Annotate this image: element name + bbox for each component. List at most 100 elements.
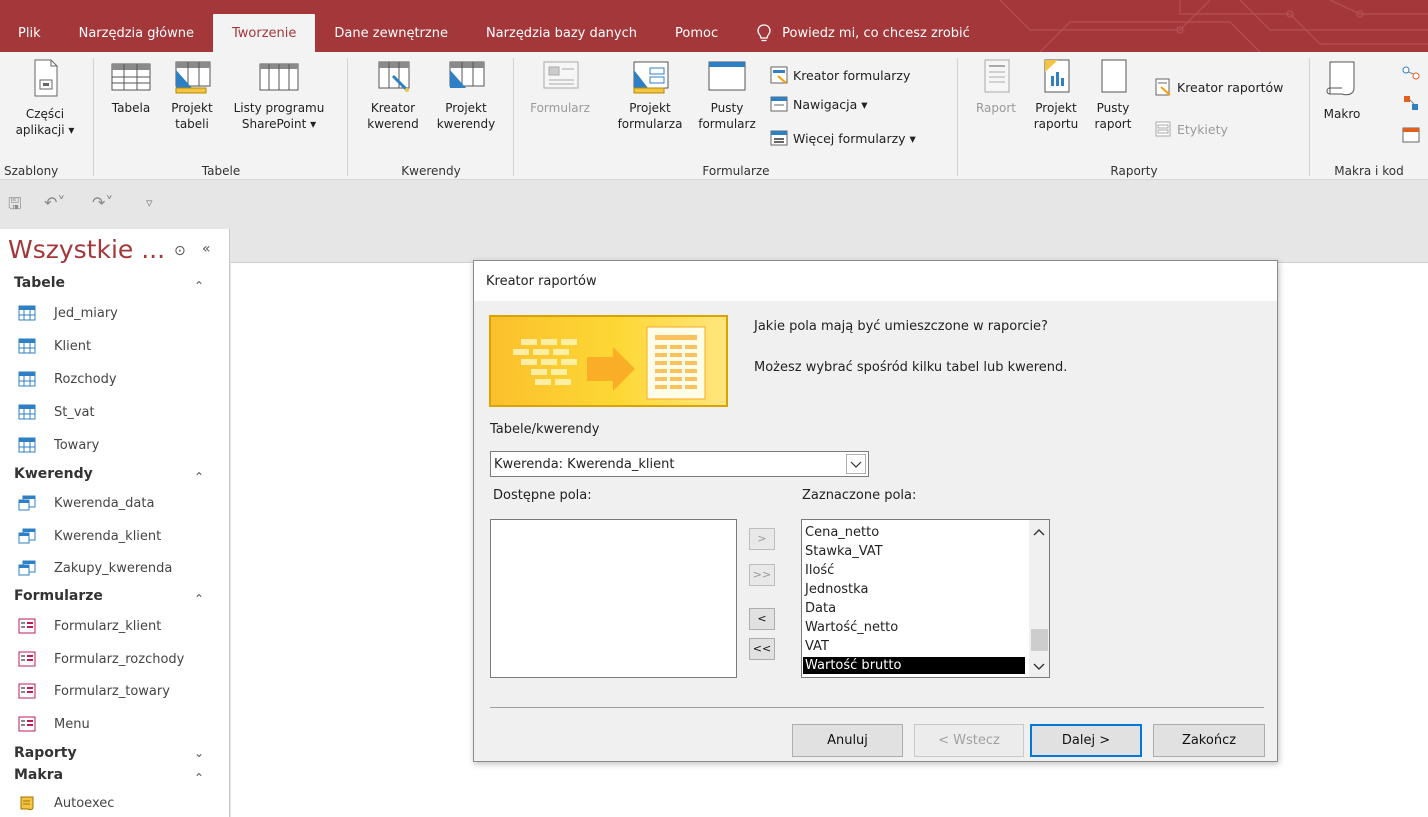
- quick-access-toolbar: 🖫 ↶˅ ↷˅ ▿: [0, 181, 1428, 229]
- selected-list-scrollbar[interactable]: [1029, 520, 1049, 677]
- nav-group-macros[interactable]: Makra: [14, 767, 63, 783]
- selected-fields-label: Zaznaczone pola:: [802, 488, 917, 503]
- list-item-selected[interactable]: Wartość brutto: [803, 657, 1025, 674]
- scrollbar-thumb[interactable]: [1031, 629, 1048, 651]
- query-wizard-button[interactable]: Kreator kwerend: [358, 58, 428, 132]
- nav-pane-collapse-icon[interactable]: «: [202, 241, 211, 257]
- query-wizard-icon: [378, 61, 410, 92]
- nav-item-macro[interactable]: Autoexec: [18, 795, 114, 811]
- nav-item-table[interactable]: St_vat: [18, 404, 95, 420]
- tab-file[interactable]: Plik: [0, 14, 60, 52]
- report-wizard-dialog: Kreator raportów Jakie pola mają być umi…: [473, 260, 1278, 762]
- nav-group-forms[interactable]: Formularze: [14, 588, 103, 604]
- form-icon: [18, 683, 36, 699]
- undo-icon[interactable]: ↶˅: [44, 193, 65, 212]
- nav-item-form[interactable]: Menu: [18, 716, 90, 732]
- remove-field-button[interactable]: <: [749, 608, 775, 630]
- navigation-button[interactable]: Nawigacja ▾: [770, 95, 868, 113]
- add-all-fields-button[interactable]: >>: [749, 564, 775, 586]
- cancel-button[interactable]: Anuluj: [792, 724, 903, 757]
- report-icon: [984, 59, 1010, 93]
- nav-group-queries[interactable]: Kwerendy: [14, 466, 93, 482]
- report-design-button[interactable]: Projekt raportu: [1028, 58, 1084, 132]
- combo-dropdown-button[interactable]: [846, 454, 866, 474]
- collapse-chevron-icon[interactable]: ⌃: [194, 592, 204, 606]
- collapse-chevron-icon[interactable]: ⌃: [194, 470, 204, 484]
- tell-me-search[interactable]: Powiedz mi, co chcesz zrobić: [737, 14, 989, 52]
- redo-icon[interactable]: ↷˅: [92, 193, 113, 212]
- add-field-button[interactable]: >: [749, 528, 775, 550]
- list-item[interactable]: Ilość: [805, 562, 834, 579]
- blank-form-button[interactable]: Pusty formularz: [686, 58, 768, 132]
- nav-item-form[interactable]: Formularz_klient: [18, 618, 161, 634]
- ribbon-tabs: Plik Narzędzia główne Tworzenie Dane zew…: [0, 14, 989, 52]
- save-icon[interactable]: 🖫: [8, 193, 22, 220]
- sharepoint-lists-button[interactable]: Listy programu SharePoint ▾: [220, 58, 338, 132]
- nav-item-table[interactable]: Rozchody: [18, 371, 117, 387]
- list-item[interactable]: Jednostka: [805, 581, 868, 598]
- tab-create[interactable]: Tworzenie: [213, 14, 316, 52]
- nav-item-table[interactable]: Klient: [18, 338, 91, 354]
- nav-group-tables[interactable]: Tabele: [14, 275, 65, 291]
- nav-item-table[interactable]: Jed_miary: [18, 305, 118, 321]
- available-fields-list[interactable]: [490, 519, 737, 678]
- blank-form-icon: [708, 61, 746, 91]
- tab-external-data[interactable]: Dane zewnętrzne: [315, 14, 467, 52]
- more-forms-button[interactable]: Więcej formularzy ▾: [770, 129, 916, 147]
- table-icon: [18, 305, 36, 321]
- query-icon: [18, 560, 36, 576]
- table-button[interactable]: Tabela: [106, 58, 156, 116]
- next-button[interactable]: Dalej >: [1030, 724, 1142, 757]
- tables-queries-select[interactable]: Kwerenda: Kwerenda_klient: [490, 451, 869, 477]
- report-wizard-button[interactable]: Kreator raportów: [1154, 78, 1283, 96]
- form-wizard-icon: [770, 66, 788, 84]
- scroll-up-icon[interactable]: [1031, 526, 1047, 538]
- collapse-chevron-icon[interactable]: ⌃: [194, 279, 204, 293]
- nav-item-query[interactable]: Kwerenda_data: [18, 495, 154, 511]
- list-item[interactable]: VAT: [805, 638, 829, 655]
- scroll-down-icon[interactable]: [1031, 661, 1047, 673]
- nav-item-query[interactable]: Kwerenda_klient: [18, 528, 161, 544]
- labels-icon: [1155, 121, 1171, 137]
- report-button[interactable]: Raport: [968, 58, 1024, 116]
- query-icon: [18, 528, 36, 544]
- nav-item-form[interactable]: Formularz_rozchody: [18, 651, 184, 667]
- query-design-button[interactable]: Projekt kwerendy: [430, 58, 502, 132]
- tab-database-tools[interactable]: Narzędzia bazy danych: [467, 14, 656, 52]
- nav-item-form[interactable]: Formularz_towary: [18, 683, 170, 699]
- remove-all-fields-button[interactable]: <<: [749, 638, 775, 660]
- wizard-banner-image: [489, 315, 728, 407]
- group-label-tables: Tabele: [201, 164, 241, 178]
- back-button[interactable]: < Wstecz: [914, 724, 1024, 757]
- available-fields-label: Dostępne pola:: [493, 488, 592, 503]
- application-parts-icon: [34, 59, 58, 97]
- tab-home[interactable]: Narzędzia główne: [60, 14, 213, 52]
- expand-chevron-icon[interactable]: ⌄: [194, 746, 204, 760]
- collapse-chevron-icon[interactable]: ⌃: [194, 771, 204, 785]
- ribbon-tab-bar: Plik Narzędzia główne Tworzenie Dane zew…: [0, 0, 1428, 52]
- query-design-icon: [449, 61, 485, 88]
- list-item[interactable]: Stawka_VAT: [805, 543, 883, 560]
- table-design-button[interactable]: Projekt tabeli: [162, 58, 222, 132]
- blank-report-button[interactable]: Pusty raport: [1088, 58, 1138, 132]
- tab-help[interactable]: Pomoc: [656, 14, 737, 52]
- form-design-button[interactable]: Projekt formularza: [604, 58, 696, 132]
- form-button[interactable]: Formularz: [524, 58, 596, 116]
- application-parts-button[interactable]: Części aplikacji ▾: [0, 58, 90, 138]
- list-item[interactable]: Wartość_netto: [805, 619, 898, 636]
- finish-button[interactable]: Zakończ: [1153, 724, 1265, 757]
- group-queries: Kreator kwerend Projekt kwerendy Kwerend…: [348, 52, 514, 180]
- selected-fields-list[interactable]: Cena_netto Stawka_VAT Ilość Jednostka Da…: [801, 519, 1050, 678]
- nav-item-table[interactable]: Towary: [18, 437, 99, 453]
- nav-pane-menu-icon[interactable]: ⊙: [174, 243, 186, 259]
- nav-pane-title[interactable]: Wszystkie ...: [8, 235, 165, 264]
- wizard-illustration: [513, 326, 706, 400]
- nav-group-reports[interactable]: Raporty: [14, 745, 77, 761]
- list-item[interactable]: Data: [805, 600, 836, 617]
- form-wizard-button[interactable]: Kreator formularzy: [770, 66, 910, 84]
- customize-toolbar-icon[interactable]: ▿: [146, 196, 153, 211]
- macro-button[interactable]: Makro: [1314, 58, 1370, 122]
- nav-item-query[interactable]: Zakupy_kwerenda: [18, 560, 172, 576]
- list-item[interactable]: Cena_netto: [805, 524, 879, 541]
- labels-button[interactable]: Etykiety: [1154, 120, 1228, 138]
